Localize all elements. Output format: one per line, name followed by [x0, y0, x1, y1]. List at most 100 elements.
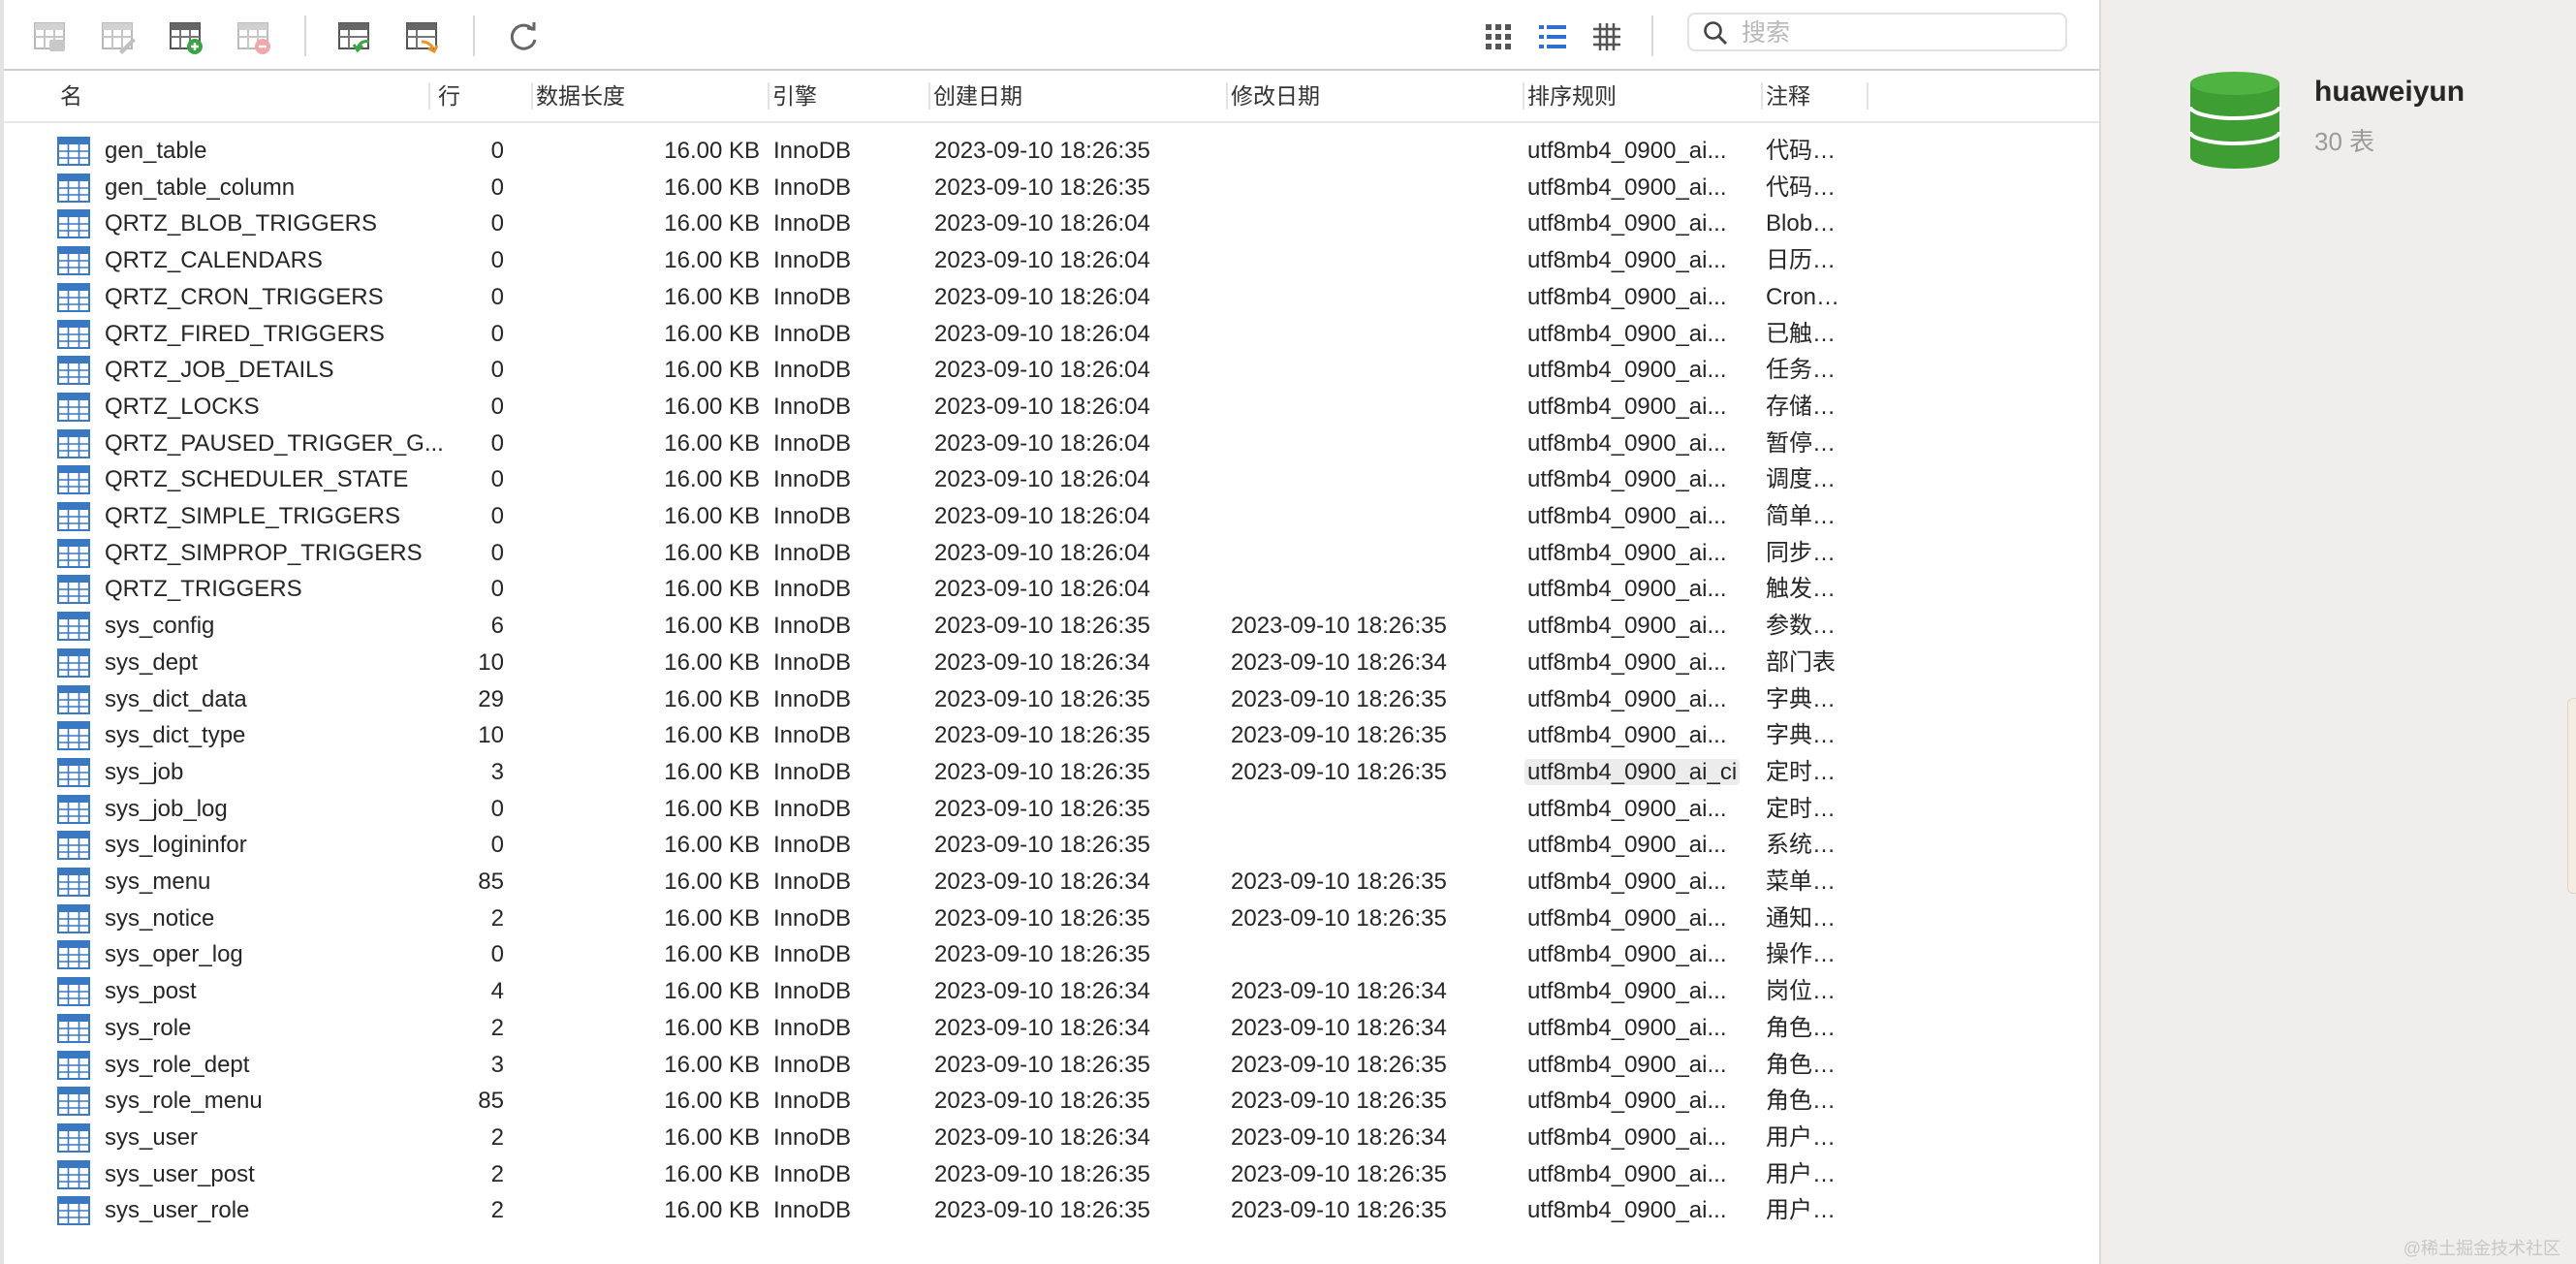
cell-created: 2023-09-10 18:26:04 — [934, 461, 1225, 498]
cell-data-length: 16.00 KB — [527, 717, 760, 754]
table-row[interactable]: QRTZ_SCHEDULER_STATE 0 16.00 KB InnoDB 2023-… — [4, 461, 2099, 498]
column-divider[interactable] — [531, 82, 533, 110]
table-row[interactable]: QRTZ_LOCKS 0 16.00 KB InnoDB 2023-09-10 18:2… — [4, 389, 2099, 426]
delete-table-button[interactable] — [235, 17, 273, 56]
table-row[interactable]: sys_config 6 16.00 KB InnoDB 2023-09-10 18:2… — [4, 608, 2099, 645]
cell-modified — [1231, 535, 1522, 572]
table-row[interactable]: sys_dept 10 16.00 KB InnoDB 2023-09-10 18:26… — [4, 645, 2099, 681]
cell-comment: 角色… — [1766, 1083, 1901, 1120]
table-row[interactable]: sys_menu 85 16.00 KB InnoDB 2023-09-10 18:26… — [4, 864, 2099, 901]
table-icon — [57, 246, 90, 276]
table-row[interactable]: QRTZ_FIRED_TRIGGERS 0 16.00 KB InnoDB 2023-0… — [4, 316, 2099, 353]
cell-data-length: 16.00 KB — [527, 170, 760, 206]
table-row[interactable]: QRTZ_JOB_DETAILS 0 16.00 KB InnoDB 2023-09-1… — [4, 352, 2099, 389]
cell-collation: utf8mb4_0900_ai... — [1527, 901, 1770, 937]
table-row[interactable]: QRTZ_PAUSED_TRIGGER_G... 0 16.00 KB InnoDB 2… — [4, 426, 2099, 462]
cell-text: 16.00 KB — [664, 904, 760, 932]
table-row[interactable]: QRTZ_SIMPLE_TRIGGERS 0 16.00 KB InnoDB 2023-… — [4, 498, 2099, 535]
cell-text: 简单… — [1766, 503, 1836, 529]
table-row[interactable]: QRTZ_BLOB_TRIGGERS 0 16.00 KB InnoDB 2023-09… — [4, 205, 2099, 242]
search-box[interactable] — [1687, 13, 2067, 51]
cell-text: 2023-09-10 18:26:34 — [934, 869, 1150, 895]
cell-text: 2023-09-10 18:26:34 — [934, 648, 1150, 676]
design-table-button[interactable] — [99, 17, 138, 56]
refresh-button[interactable] — [504, 17, 543, 56]
column-divider[interactable] — [1867, 82, 1869, 110]
search-input[interactable] — [1740, 16, 2063, 49]
cell-text: 任务… — [1766, 357, 1836, 384]
cell-text: 字典… — [1766, 685, 1836, 712]
open-table-button[interactable] — [31, 17, 70, 56]
table-row[interactable]: sys_notice 2 16.00 KB InnoDB 2023-09-10 18:2… — [4, 901, 2099, 937]
table-row[interactable]: sys_role_dept 3 16.00 KB InnoDB 2023-09-10 1… — [4, 1047, 2099, 1084]
cell-text: utf8mb4_0900_ai... — [1527, 869, 1727, 895]
cell-text: InnoDB — [773, 722, 852, 749]
column-header-name[interactable]: 名 — [60, 71, 254, 121]
column-divider[interactable] — [928, 82, 930, 110]
column-divider[interactable] — [428, 82, 430, 110]
column-divider[interactable] — [768, 82, 770, 110]
column-header-comment[interactable]: 注释 — [1766, 71, 1863, 121]
cell-rows: 2 — [430, 1156, 504, 1193]
cell-text: 参数… — [1766, 613, 1836, 640]
cell-text: 16.00 KB — [664, 357, 760, 384]
table-row[interactable]: sys_dict_data 29 16.00 KB InnoDB 2023-09-10 … — [4, 681, 2099, 718]
cell-text: 2023-09-10 18:26:35 — [934, 904, 1150, 932]
table-row[interactable]: sys_post 4 16.00 KB InnoDB 2023-09-10 18:26:… — [4, 973, 2099, 1010]
column-divider[interactable] — [1523, 82, 1524, 110]
cell-text: 角色… — [1766, 1088, 1836, 1115]
table-row[interactable]: sys_user_role 2 16.00 KB InnoDB 2023-09-10 1… — [4, 1192, 2099, 1229]
cell-name: sys_post — [105, 973, 444, 1010]
panel-edge-handle[interactable] — [2567, 698, 2576, 894]
column-divider[interactable] — [1226, 82, 1228, 110]
grid-view-button[interactable] — [1479, 17, 1518, 56]
column-divider[interactable] — [1761, 82, 1763, 110]
table-row[interactable]: sys_logininfor 0 16.00 KB InnoDB 2023-09-10 … — [4, 827, 2099, 864]
table-row[interactable]: gen_table_column 0 16.00 KB InnoDB 2023-09-1… — [4, 170, 2099, 206]
table-row[interactable]: sys_user_post 2 16.00 KB InnoDB 2023-09-10 1… — [4, 1156, 2099, 1193]
table-row[interactable]: QRTZ_SIMPROP_TRIGGERS 0 16.00 KB InnoDB 2023… — [4, 535, 2099, 572]
table-row[interactable]: sys_role 2 16.00 KB InnoDB 2023-09-10 18:26:… — [4, 1010, 2099, 1047]
table-row[interactable]: sys_user 2 16.00 KB InnoDB 2023-09-10 18:26:… — [4, 1120, 2099, 1156]
table-row[interactable]: sys_dict_type 10 16.00 KB InnoDB 2023-09-10 … — [4, 717, 2099, 754]
cell-text: 16.00 KB — [664, 1160, 760, 1187]
cell-text: 2023-09-10 18:26:34 — [934, 978, 1150, 1005]
detail-view-button[interactable] — [1587, 17, 1626, 56]
table-row[interactable]: QRTZ_TRIGGERS 0 16.00 KB InnoDB 2023-09-10 1… — [4, 571, 2099, 608]
column-header-rows[interactable]: 行 — [438, 71, 496, 121]
cell-name: QRTZ_CALENDARS — [105, 242, 444, 279]
table-row[interactable]: gen_table 0 16.00 KB InnoDB 2023-09-10 18:26… — [4, 133, 2099, 170]
cell-text: 2023-09-10 18:26:04 — [934, 283, 1150, 310]
cell-text: QRTZ_SIMPLE_TRIGGERS — [105, 503, 400, 529]
table-row[interactable]: QRTZ_CALENDARS 0 16.00 KB InnoDB 2023-09-10 … — [4, 242, 2099, 279]
cell-engine: InnoDB — [773, 645, 919, 681]
cell-engine: InnoDB — [773, 316, 919, 353]
column-header-created[interactable]: 创建日期 — [933, 71, 1079, 121]
cell-name: sys_user_role — [105, 1192, 444, 1229]
column-header-data-length[interactable]: 数据长度 — [536, 71, 652, 121]
list-view-button[interactable] — [1533, 17, 1572, 56]
cell-text: utf8mb4_0900_ai... — [1527, 904, 1727, 932]
new-table-button[interactable] — [167, 17, 205, 56]
cell-comment: 用户… — [1766, 1156, 1901, 1193]
cell-text: 16.00 KB — [664, 576, 760, 603]
column-header-engine[interactable]: 引擎 — [772, 71, 869, 121]
cell-rows: 0 — [430, 279, 504, 316]
table-icon — [57, 648, 90, 678]
cell-rows: 3 — [430, 1047, 504, 1084]
table-row[interactable]: sys_role_menu 85 16.00 KB InnoDB 2023-09-10 … — [4, 1083, 2099, 1120]
table-row[interactable]: sys_job_log 0 16.00 KB InnoDB 2023-09-10 18:… — [4, 791, 2099, 828]
import-button[interactable] — [335, 17, 374, 56]
cell-text: 16.00 KB — [664, 648, 760, 676]
cell-text: sys_menu — [105, 869, 211, 895]
table-row[interactable]: sys_job 3 16.00 KB InnoDB 2023-09-10 18:26:3… — [4, 754, 2099, 791]
cell-text: InnoDB — [773, 210, 852, 237]
column-header-modified[interactable]: 修改日期 — [1231, 71, 1376, 121]
table-row[interactable]: sys_oper_log 0 16.00 KB InnoDB 2023-09-10 18… — [4, 936, 2099, 973]
cell-name: sys_dict_type — [105, 717, 444, 754]
cell-text: 代码… — [1766, 138, 1836, 164]
table-row[interactable]: QRTZ_CRON_TRIGGERS 0 16.00 KB InnoDB 2023-09… — [4, 279, 2099, 316]
cell-text: utf8mb4_0900_ai... — [1527, 795, 1727, 822]
export-button[interactable] — [403, 17, 442, 56]
column-header-collation[interactable]: 排序规则 — [1527, 71, 1673, 121]
